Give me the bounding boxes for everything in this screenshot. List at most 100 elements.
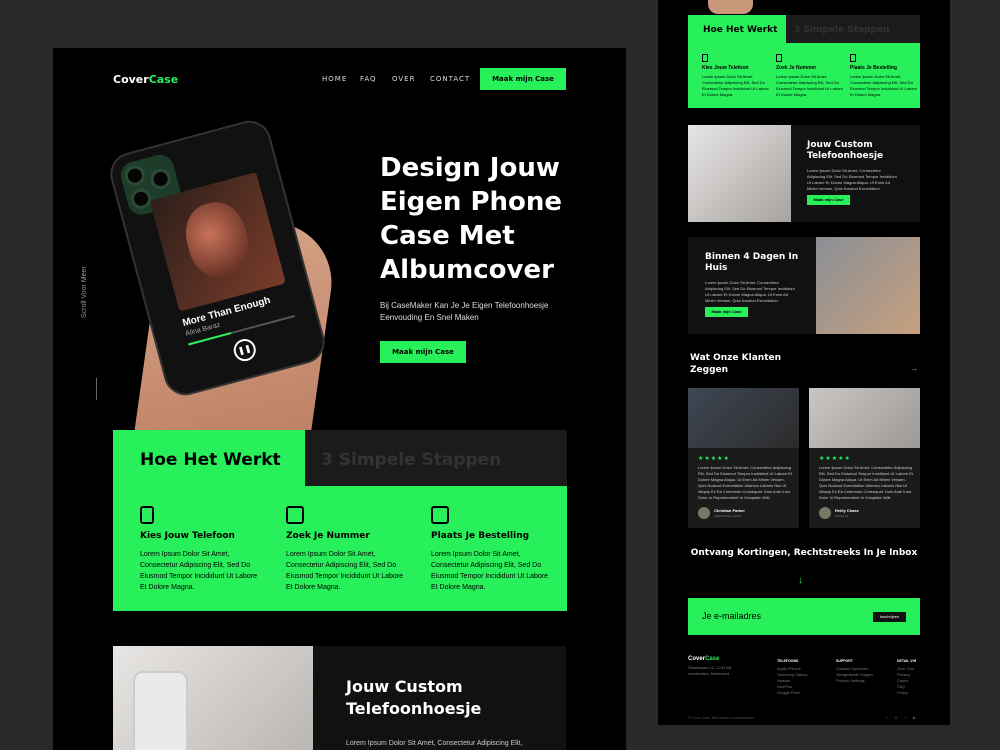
phone-icon [140, 506, 154, 524]
review-card: ★★★★★ Lorem Ipsum Dolor Sit Amet, Consec… [688, 388, 799, 528]
review-text: Lorem Ipsum Dolor Sit Amet, Consectetur … [698, 465, 792, 500]
box-icon [431, 506, 449, 524]
custom-section: Jouw Custom Telefoonhoesje Lorem Ipsum D… [313, 646, 566, 750]
step-title: Plaats Je Bestelling [431, 531, 530, 541]
reviewer-name: Christian Parker [714, 508, 745, 513]
custom-text: Lorem Ipsum Dolor Sit Amet, Consectetur … [346, 740, 523, 747]
footer-col-title: SUPPORT [836, 659, 853, 663]
footer-col-title: DETAIL V/H [897, 659, 917, 663]
logo-part2: Case [148, 73, 179, 86]
footer-col-support: SUPPORT Contact Opnemen Veelgestelde Vrag… [836, 658, 873, 684]
step-item: Kies Jouw Telefoon Lorem Ipsum Dolor Sit … [702, 54, 770, 98]
logo-part2: Case [705, 656, 720, 662]
reviewer-name: Reilly Chase [835, 508, 859, 513]
tab-how[interactable]: Hoe Het Werkt [113, 430, 305, 486]
subscribe-button[interactable]: Inschrijven [873, 612, 906, 622]
review-image [688, 388, 799, 448]
newsletter-form: Je e-mailadres Inschrijven [688, 598, 920, 635]
reviewer-role: iPhone 11 [835, 514, 849, 518]
avatar [819, 507, 831, 519]
logo[interactable]: CoverCase [113, 73, 178, 86]
delivery-cta-button[interactable]: Maak mijn Case [705, 307, 748, 317]
steps-panel: Kies Jouw Telefoon Lorem Ipsum Dolor Sit … [688, 43, 920, 108]
custom-case-image [688, 125, 791, 222]
avatar [698, 507, 710, 519]
arrow-right-icon[interactable]: → [910, 364, 918, 373]
delivery-text: Lorem Ipsum Dolor Sit Amet, Consectetur … [705, 280, 795, 303]
mobile-mockup: Hoe Het Werkt 3 Simpele Stappen Kies Jou… [658, 0, 950, 725]
nav-faq[interactable]: FAQ [360, 75, 377, 83]
testimonials-title: Wat Onze Klanten Zeggen [690, 353, 782, 375]
logo-part1: Cover [688, 656, 706, 662]
hero-cta-button[interactable]: Maak mijn Case [380, 341, 466, 363]
custom-title: Jouw Custom Telefoonhoesje [807, 140, 884, 161]
nav-over[interactable]: OVER [392, 75, 415, 83]
delivery-block: Binnen 4 Dagen In Huis Lorem Ipsum Dolor… [688, 237, 920, 334]
step-title: Kies Jouw Telefoon [140, 531, 235, 541]
nav-cta-button[interactable]: Maak mijn Case [480, 68, 566, 90]
logo-part1: Cover [113, 73, 149, 86]
footer-links[interactable]: Contact Opnemen Veelgestelde Vragen Priv… [836, 666, 873, 683]
step-title: Zoek Je Nummer [286, 531, 370, 541]
pause-icon: ❚❚ [231, 336, 259, 364]
scroll-hint: Scroll Voor Meer [81, 266, 88, 318]
album-face [178, 195, 257, 284]
how-it-works: Hoe Het Werkt 3 Simpele Stappen Kies Jou… [113, 430, 567, 611]
custom-cta-button[interactable]: Maak mijn Case [807, 195, 850, 205]
camera-lens-icon [122, 163, 148, 188]
custom-case-image [113, 646, 313, 750]
footer-links[interactable]: Over Ons Privacy Cases FAQ Policy [897, 666, 914, 695]
step-item: Zoek Je Nummer Lorem Ipsum Dolor Sit Amet… [776, 54, 844, 98]
step-text: Lorem Ipsum Dolor Sit Amet, Consectetur … [702, 74, 769, 97]
step-title: Zoek Je Nummer [776, 65, 817, 71]
tab-how[interactable]: Hoe Het Werkt [688, 15, 786, 43]
step-text: Lorem Ipsum Dolor Sit Amet, Consectetur … [776, 74, 843, 97]
reviewer-role: Apple iPhone 11 Pro [714, 514, 742, 518]
review-card: ★★★★★ Lorem Ipsum Dolor Sit Amet, Consec… [809, 388, 920, 528]
nav-home[interactable]: HOME [322, 75, 347, 83]
step-text: Lorem Ipsum Dolor Sit Amet, Consectetur … [286, 551, 403, 591]
step-text: Lorem Ipsum Dolor Sit Amet, Consectetur … [850, 74, 917, 97]
hand-image [708, 0, 753, 14]
star-rating: ★★★★★ [819, 456, 851, 462]
nav-contact[interactable]: CONTACT [430, 75, 470, 83]
step-item: Plaats Je Bestelling Lorem Ipsum Dolor S… [431, 506, 556, 593]
desktop-mockup: CoverCase HOME FAQ OVER CONTACT Maak mij… [53, 48, 626, 750]
camera-lens-icon [148, 166, 173, 192]
scroll-line [96, 378, 97, 400]
newsletter-title: Ontvang Kortingen, Rechtstreeks In Je In… [690, 548, 918, 558]
copyright: © Cover Case. Alle rechten voorbehouden [688, 716, 754, 720]
arrow-down-icon: ↓ [798, 575, 803, 586]
tab-steps[interactable]: 3 Simpele Stappen [305, 430, 567, 486]
review-text: Lorem Ipsum Dolor Sit Amet, Consectetur … [819, 465, 913, 500]
music-search-icon [286, 506, 304, 524]
footer-col-title: TELEFOONS [777, 659, 799, 663]
step-title: Plaats Je Bestelling [850, 65, 897, 71]
custom-text: Lorem Ipsum Dolor Sit Amet, Consectetur … [807, 168, 897, 191]
footer-col-phones: TELEFOONS Apple iPhone Samsung Galaxy Hua… [777, 658, 807, 696]
tab-steps[interactable]: 3 Simpele Stappen [786, 15, 920, 43]
step-item: Kies Jouw Telefoon Lorem Ipsum Dolor Sit… [140, 506, 265, 593]
steps-panel: Kies Jouw Telefoon Lorem Ipsum Dolor Sit… [113, 486, 567, 611]
custom-block: Jouw Custom Telefoonhoesje Lorem Ipsum D… [688, 125, 920, 222]
social-icons[interactable]: f ◎ t ▶ [886, 715, 919, 720]
step-title: Kies Jouw Telefoon [702, 65, 749, 71]
step-item: Plaats Je Bestelling Lorem Ipsum Dolor Si… [850, 54, 918, 98]
box-icon [850, 54, 856, 62]
step-text: Lorem Ipsum Dolor Sit Amet, Consectetur … [140, 551, 257, 591]
star-rating: ★★★★★ [698, 456, 730, 462]
custom-title: Jouw Custom Telefoonhoesje [346, 677, 482, 718]
delivery-title: Binnen 4 Dagen In Huis [705, 252, 799, 273]
footer-address: Straatnaam 12, 1234 AB Amsterdam, Nederl… [688, 665, 732, 676]
phone-mockup: More Than Enough Alina Baraz ❚❚ [105, 115, 330, 401]
music-search-icon [776, 54, 782, 62]
email-input[interactable]: Je e-mailadres [702, 611, 761, 621]
review-image [809, 388, 920, 448]
step-text: Lorem Ipsum Dolor Sit Amet, Consectetur … [431, 551, 548, 591]
camera-lens-icon [128, 186, 154, 212]
footer-links[interactable]: Apple iPhone Samsung Galaxy Huawei OnePl… [777, 666, 807, 695]
delivery-image [816, 237, 920, 334]
footer-col-detail: DETAIL V/H Over Ons Privacy Cases FAQ Pol… [897, 658, 916, 696]
step-item: Zoek Je Nummer Lorem Ipsum Dolor Sit Ame… [286, 506, 411, 593]
footer-logo[interactable]: CoverCase [688, 656, 719, 662]
